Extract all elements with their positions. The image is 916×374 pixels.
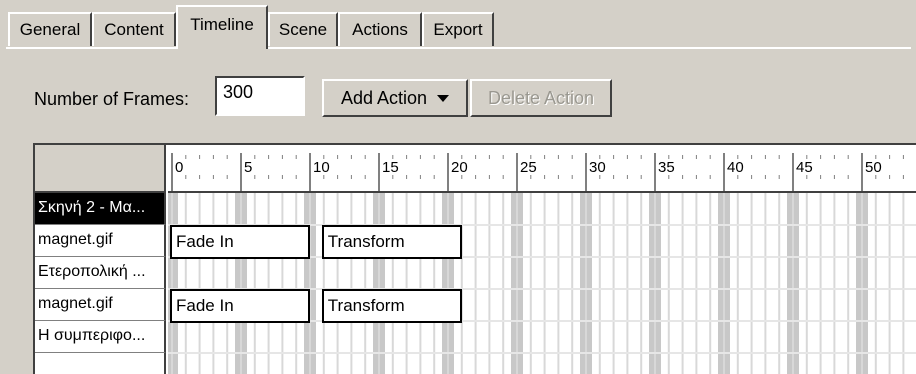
ruler-label: 20 bbox=[451, 159, 468, 176]
row-label-empty bbox=[35, 353, 166, 374]
ruler-label: 45 bbox=[796, 159, 813, 176]
dropdown-arrow-icon bbox=[437, 94, 450, 102]
timeline-ruler[interactable]: 0 5 10 15 20 25 30 35 40 45 50 bbox=[168, 145, 916, 193]
action-block[interactable]: Fade In bbox=[170, 225, 310, 259]
tab-timeline[interactable]: Timeline bbox=[176, 5, 268, 49]
panel-border bbox=[6, 47, 911, 49]
ruler-label: 35 bbox=[658, 159, 675, 176]
timeline-grid: 0 5 10 15 20 25 30 35 40 45 50 Σκηνή 2 - Μα... mag… bbox=[33, 143, 916, 374]
number-of-frames-input[interactable]: 300 bbox=[215, 76, 305, 116]
ruler-label: 40 bbox=[727, 159, 744, 176]
ruler-label: 10 bbox=[313, 159, 330, 176]
tab-actions[interactable]: Actions bbox=[338, 12, 422, 46]
action-block[interactable]: Fade In bbox=[170, 289, 310, 323]
delete-action-button[interactable]: Delete Action bbox=[470, 79, 612, 117]
row-label[interactable]: Ετεροπολική ... bbox=[35, 257, 166, 289]
add-action-button[interactable]: Add Action bbox=[322, 79, 468, 117]
ruler-label: 30 bbox=[589, 159, 606, 176]
row-label[interactable]: magnet.gif bbox=[35, 289, 166, 321]
ruler-label: 5 bbox=[244, 159, 252, 176]
ruler-label: 15 bbox=[382, 159, 399, 176]
tab-scene[interactable]: Scene bbox=[268, 12, 338, 46]
number-of-frames-label: Number of Frames: bbox=[34, 89, 190, 109]
timeline-frames[interactable]: Fade In Transform Fade In Transform bbox=[168, 193, 916, 374]
tab-export[interactable]: Export bbox=[422, 12, 494, 46]
frame-cells bbox=[168, 193, 916, 374]
row-label[interactable]: Σκηνή 2 - Μα... bbox=[35, 193, 166, 225]
add-action-label: Add Action bbox=[340, 87, 428, 108]
ruler-label: 0 bbox=[175, 159, 183, 176]
row-label[interactable]: Η συμπεριφο... bbox=[35, 321, 166, 353]
timeline-corner bbox=[35, 145, 166, 193]
ruler-label: 50 bbox=[865, 159, 882, 176]
ruler-ticks: 0 5 10 15 20 25 30 35 40 45 50 bbox=[171, 153, 904, 191]
row-label[interactable]: magnet.gif bbox=[35, 225, 166, 257]
tab-general[interactable]: General bbox=[8, 12, 92, 46]
tab-strip: General Content Timeline Scene Actions E… bbox=[0, 0, 916, 49]
delete-action-label: Delete Action bbox=[487, 87, 595, 108]
tab-content[interactable]: Content bbox=[92, 12, 176, 46]
action-block[interactable]: Transform bbox=[321, 225, 462, 259]
ruler-label: 25 bbox=[520, 159, 537, 176]
action-block[interactable]: Transform bbox=[321, 289, 462, 323]
